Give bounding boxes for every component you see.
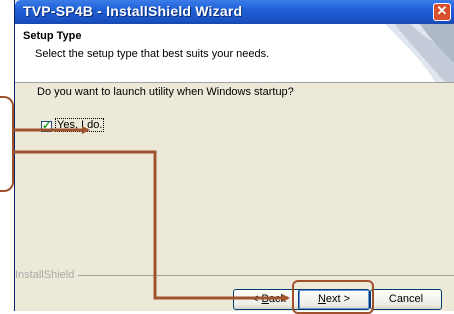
- annotation-arrows: [14, 126, 290, 302]
- arrow-to-next: [14, 150, 290, 302]
